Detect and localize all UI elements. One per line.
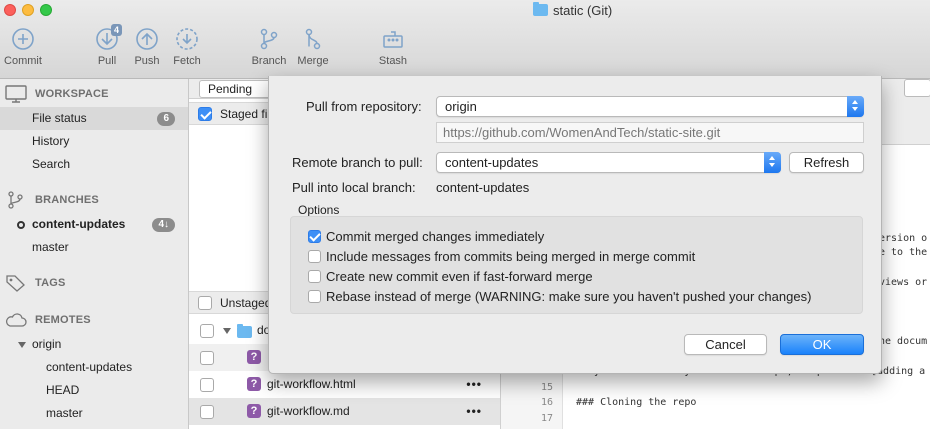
code-line: ### Cloning the repo (576, 397, 697, 408)
select-arrows-icon (764, 152, 781, 173)
include-messages-checkbox[interactable] (308, 250, 321, 263)
disclosure-triangle-icon[interactable] (18, 342, 26, 348)
file-checkbox[interactable] (200, 351, 214, 365)
sidebar-item-remote-branch[interactable]: content-updates (0, 356, 188, 379)
fetch-button[interactable]: Fetch (157, 27, 217, 67)
local-branch-value: content-updates (436, 180, 530, 195)
branch-icon (8, 191, 23, 209)
commit-button[interactable]: Commit (0, 27, 53, 67)
line-number: 15 (540, 382, 553, 393)
fetch-circle-icon (176, 28, 198, 50)
remote-branch-select[interactable]: content-updates (436, 152, 781, 173)
pull-dialog: Pull from repository: origin https://git… (268, 76, 882, 374)
code-line: e to the (879, 247, 928, 258)
commit-immediately-checkbox[interactable] (308, 230, 321, 243)
file-checkbox[interactable] (200, 405, 214, 419)
code-line: he docum (879, 336, 928, 347)
pending-files-dropdown[interactable]: Pending files (199, 80, 275, 98)
sidebar-item-branch-master[interactable]: master (0, 236, 188, 259)
sidebar-item-file-status[interactable]: File status 6 (0, 107, 188, 130)
line-number: 17 (540, 413, 553, 424)
file-actions-button[interactable]: ••• (466, 398, 482, 425)
folder-icon (237, 324, 252, 338)
sidebar-item-remote-origin[interactable]: origin (0, 333, 188, 356)
repository-select[interactable]: origin (436, 96, 864, 117)
stage-all-checkbox[interactable] (198, 107, 212, 121)
file-actions-button[interactable]: ••• (466, 371, 482, 398)
merge-button[interactable]: Merge (283, 27, 343, 67)
folder-icon (533, 2, 548, 16)
disclosure-triangle-icon[interactable] (223, 328, 231, 334)
window-toolbar: static (Git) Commit 4 Pull Push Fetch Br… (0, 0, 930, 79)
workspace-header[interactable]: WORKSPACE (5, 83, 109, 105)
sidebar-item-remote-branch[interactable]: HEAD (0, 379, 188, 402)
remote-branch-label: Remote branch to pull: (292, 155, 423, 170)
ok-button[interactable]: OK (780, 334, 864, 355)
remotes-header[interactable]: REMOTES (5, 309, 91, 331)
options-group: Commit merged changes immediately Includ… (290, 216, 863, 314)
pull-from-label: Pull from repository: (306, 99, 422, 114)
branch-icon (260, 28, 278, 50)
upload-circle-icon (136, 28, 158, 50)
branches-header[interactable]: BRANCHES (5, 189, 99, 211)
merge-icon (305, 28, 321, 50)
options-label: Options (298, 203, 340, 217)
line-number: 16 (540, 397, 553, 408)
sidebar-item-remote-branch[interactable]: master (0, 402, 188, 425)
code-line: views or (879, 277, 928, 288)
current-branch-icon (17, 221, 25, 229)
code-line: ersion o (879, 233, 928, 244)
unstaged-all-checkbox[interactable] (198, 296, 212, 310)
sidebar-item-branch-content-updates[interactable]: content-updates 4↓ (0, 213, 188, 236)
minimize-window-button[interactable] (22, 4, 34, 16)
file-status-count-badge: 6 (157, 112, 175, 126)
sidebar: WORKSPACE File status 6 History Search B… (0, 79, 189, 429)
zoom-window-button[interactable] (40, 4, 52, 16)
close-window-button[interactable] (4, 4, 16, 16)
list-item[interactable]: ? git-workflow.md ••• (189, 398, 500, 425)
stash-box-icon (383, 31, 403, 48)
sidebar-item-search[interactable]: Search (0, 153, 188, 176)
tags-header[interactable]: TAGS (5, 272, 66, 294)
list-item[interactable]: ? git-workflow.html ••• (189, 371, 500, 398)
local-branch-label: Pull into local branch: (292, 180, 416, 195)
diff-search-input[interactable] (904, 79, 930, 97)
refresh-button[interactable]: Refresh (789, 152, 864, 173)
cancel-button[interactable]: Cancel (684, 334, 767, 355)
no-fast-forward-checkbox[interactable] (308, 270, 321, 283)
window-title: static (Git) (533, 2, 612, 18)
branch-behind-badge: 4↓ (152, 218, 175, 232)
plus-circle-icon (12, 28, 34, 50)
file-checkbox[interactable] (200, 378, 214, 392)
stash-button[interactable]: Stash (363, 27, 423, 67)
sidebar-item-history[interactable]: History (0, 130, 188, 153)
cloud-icon (5, 313, 27, 327)
tag-icon (6, 275, 25, 292)
untracked-file-icon: ? (247, 404, 261, 418)
untracked-file-icon: ? (247, 377, 261, 391)
monitor-icon (5, 85, 27, 103)
rebase-checkbox[interactable] (308, 290, 321, 303)
select-arrows-icon (847, 96, 864, 117)
untracked-file-icon: ? (247, 350, 261, 364)
file-checkbox[interactable] (200, 324, 214, 338)
repository-url-field: https://github.com/WomenAndTech/static-s… (436, 122, 864, 143)
